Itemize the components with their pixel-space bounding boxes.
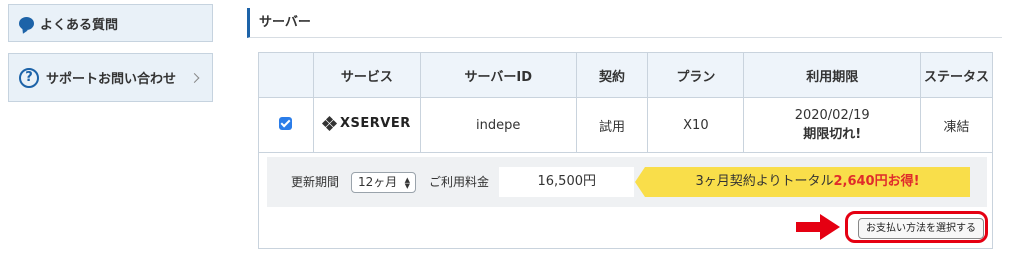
column-header: ステータス — [920, 52, 993, 98]
table-row: XSERVER indepe 試用 X10 2020/02/19 期限切れ! 凍… — [258, 97, 993, 153]
billing-summary: 更新期間 12ヶ月 ▲ ▼ ご利用料金 16,500円 3ヶ月契約よりトータル2,… — [267, 157, 987, 207]
select-payment-button[interactable]: お支払い方法を選択する — [858, 218, 984, 239]
fee-label: ご利用料金 — [429, 175, 490, 189]
chevron-right-icon — [189, 72, 200, 83]
server-table: サービス サーバーID 契約 プラン 利用期限 ステータス XSERVER in… — [258, 52, 993, 153]
diamond-logo-icon — [321, 115, 338, 132]
column-header: プラン — [647, 52, 745, 98]
red-arrow-icon — [796, 214, 840, 240]
column-header — [258, 52, 314, 98]
column-header: 契約 — [575, 52, 649, 98]
question-circle-icon: ? — [19, 67, 39, 88]
row-checkbox[interactable] — [279, 116, 293, 130]
expiry-note: 期限切れ! — [803, 127, 862, 142]
period-label: 更新期間 — [291, 175, 340, 189]
status-cell: 凍結 — [920, 97, 993, 153]
service-name: XSERVER — [340, 116, 411, 131]
section-title: サーバー — [247, 8, 1002, 38]
period-select[interactable]: 12ヶ月 ▲ ▼ — [351, 172, 416, 193]
sidebar-item-faq[interactable]: よくある質問 — [8, 4, 213, 42]
plan-cell: X10 — [647, 97, 745, 153]
column-header: サーバーID — [419, 52, 577, 98]
column-header: サービス — [312, 52, 421, 98]
contract-cell: 試用 — [575, 97, 649, 153]
expiry-cell: 2020/02/19 期限切れ! — [743, 97, 922, 153]
select-arrows-icon: ▲ ▼ — [404, 176, 410, 190]
speech-bubble-icon — [19, 16, 34, 30]
server-id-cell: indepe — [419, 97, 577, 153]
fee-value: 16,500円 — [499, 167, 634, 197]
billing-panel: 更新期間 12ヶ月 ▲ ▼ ご利用料金 16,500円 3ヶ月契約よりトータル2,… — [258, 153, 993, 249]
period-select-value: 12ヶ月 — [358, 175, 398, 189]
sidebar-item-label: よくある質問 — [40, 17, 119, 33]
xserver-logo: XSERVER — [321, 115, 411, 132]
discount-banner: 3ヶ月契約よりトータル2,640円お得! — [635, 167, 970, 197]
table-header-row: サービス サーバーID 契約 プラン 利用期限 ステータス — [258, 52, 993, 98]
expiry-date: 2020/02/19 — [794, 108, 870, 123]
banner-highlight: 2,640円お得! — [833, 174, 920, 189]
banner-prefix: 3ヶ月契約よりトータル — [695, 174, 834, 189]
sidebar-item-support[interactable]: ? サポートお問い合わせ — [8, 53, 213, 102]
select-cell — [258, 97, 314, 153]
sidebar-item-label: サポートお問い合わせ — [46, 72, 177, 87]
service-cell: XSERVER — [312, 97, 421, 153]
column-header: 利用期限 — [743, 52, 922, 98]
